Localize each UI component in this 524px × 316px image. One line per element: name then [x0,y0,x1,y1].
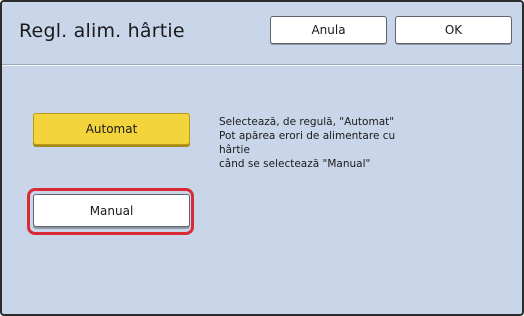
manual-option-button[interactable]: Manual [33,194,190,227]
ok-button[interactable]: OK [395,16,512,44]
help-text-line: Selectează, de regulă, "Automat" [219,116,395,128]
help-text-line: Pot apărea erori de alimentare cu [219,130,396,142]
header-bar: Regl. alim. hârtie Anula OK [2,2,522,64]
help-text: Selectează, de regulă, "Automat" Pot apă… [219,115,459,171]
paper-feed-settings-screen: Regl. alim. hârtie Anula OK Automat Manu… [0,0,524,316]
cancel-button[interactable]: Anula [270,16,387,44]
page-title: Regl. alim. hârtie [19,20,185,42]
automatic-option-button[interactable]: Automat [33,113,190,145]
header-divider [2,64,522,66]
help-text-line: hârtie [219,144,250,156]
help-text-line: când se selectează "Manual" [219,158,371,170]
